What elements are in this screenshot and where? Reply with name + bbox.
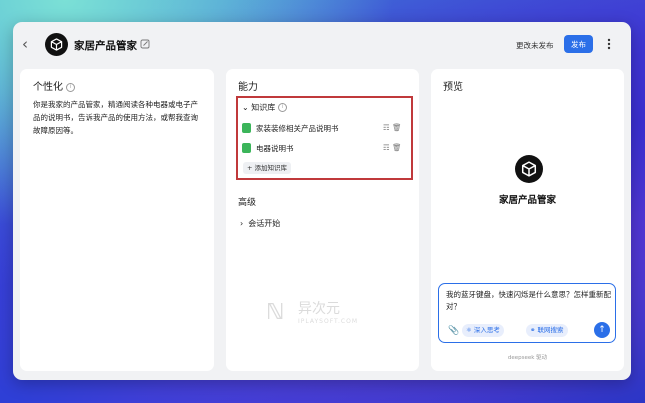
web-search-button[interactable]: ⚭ 联网搜索 <box>526 324 568 337</box>
persona-description[interactable]: 你是我家的产品管家，精通阅读各种电器或电子产品的说明书，告诉我产品的使用方法，或… <box>33 98 205 137</box>
persona-panel: 个性化 i 你是我家的产品管家，精通阅读各种电器或电子产品的说明书，告诉我产品的使… <box>20 69 214 371</box>
preview-agent-name: 家居产品管家 <box>498 195 556 206</box>
globe-icon: ⚭ <box>530 326 536 334</box>
unpublished-status: 更改未发布 <box>516 41 554 50</box>
trash-icon[interactable]: 🗑 <box>392 123 402 132</box>
info-icon[interactable]: i <box>278 103 288 112</box>
watermark-logo: ℕ <box>266 300 285 325</box>
knowledge-base-section: ⌄ 知识库 i 家装装修相关产品说明书 ☶ 🗑 电器说明书 ☶ 🗑 + 添加知识库 <box>236 96 413 180</box>
preview-title: 预览 <box>443 82 463 93</box>
capability-title: 能力 <box>238 82 258 93</box>
publish-button[interactable]: 发布 <box>564 35 593 53</box>
book-icon[interactable]: ☶ <box>383 143 390 152</box>
send-button[interactable]: ↑ <box>594 322 610 338</box>
chevron-right-icon: › <box>240 219 244 228</box>
info-icon[interactable]: i <box>66 82 75 92</box>
edit-icon[interactable] <box>140 39 150 49</box>
powered-by-footer: deepseek 驱动 <box>507 355 548 361</box>
add-knowledge-button[interactable]: + 添加知识库 <box>243 162 292 174</box>
book-icon[interactable]: ☶ <box>383 123 390 132</box>
session-start-item[interactable]: › 会话开始 <box>240 218 280 229</box>
top-bar: ‹ 家居产品管家 更改未发布 发布 <box>13 22 631 68</box>
paperclip-icon[interactable]: 📎 <box>448 326 459 336</box>
app-window: ‹ 家居产品管家 更改未发布 发布 个性化 i 你是我家的产品管家，精通阅读各种电… <box>13 22 631 380</box>
cube-logo-icon <box>515 155 543 183</box>
chat-input-text[interactable]: 我的蓝牙键盘，快速闪烁是什么意思？怎样重新配对？ <box>446 289 612 313</box>
more-icon[interactable] <box>604 36 614 52</box>
advanced-title: 高级 <box>238 198 257 208</box>
back-arrow-icon[interactable]: ‹ <box>22 36 36 52</box>
knowledge-base-title[interactable]: 知识库 <box>251 103 275 112</box>
document-icon <box>242 123 251 133</box>
deep-think-button[interactable]: ⚛ 深入思考 <box>462 324 504 337</box>
chat-input-box[interactable]: 我的蓝牙键盘，快速闪烁是什么意思？怎样重新配对？ 📎 ⚛ 深入思考 ⚭ 联网搜索… <box>438 283 616 343</box>
capability-panel: 能力 ⌄ 知识库 i 家装装修相关产品说明书 ☶ 🗑 电器说明书 ☶ 🗑 + 添加… <box>226 69 419 371</box>
plus-icon: + <box>247 164 253 172</box>
chevron-down-icon[interactable]: ⌄ <box>242 103 249 112</box>
knowledge-file-item[interactable]: 电器说明书 ☶ 🗑 <box>242 142 407 155</box>
agent-title: 家居产品管家 <box>74 40 137 52</box>
knowledge-file-item[interactable]: 家装装修相关产品说明书 ☶ 🗑 <box>242 122 407 135</box>
preview-panel: 预览 家居产品管家 我的蓝牙键盘，快速闪烁是什么意思？怎样重新配对？ 📎 ⚛ 深… <box>431 69 624 371</box>
file-name: 家装装修相关产品说明书 <box>256 124 339 133</box>
atom-icon: ⚛ <box>466 326 472 334</box>
file-name: 电器说明书 <box>256 144 294 153</box>
cube-logo-icon <box>45 33 68 56</box>
watermark: ℕ 异次元 IPLAYSOFT.COM <box>266 300 358 325</box>
trash-icon[interactable]: 🗑 <box>392 143 402 152</box>
persona-title: 个性化 <box>33 82 63 93</box>
document-icon <box>242 143 251 153</box>
arrow-up-icon: ↑ <box>598 325 606 335</box>
